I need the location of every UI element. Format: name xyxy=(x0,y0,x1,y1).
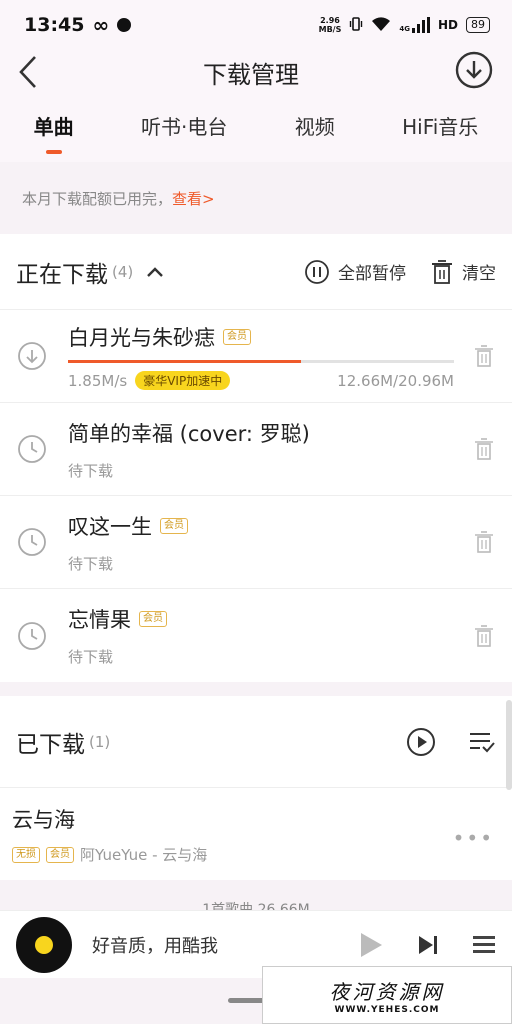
vip-tag: 会员 xyxy=(160,517,188,534)
page-title: 下载管理 xyxy=(203,60,299,89)
infinity-icon: ∞ xyxy=(92,13,110,37)
song-title: 白月光与朱砂痣 xyxy=(68,326,215,350)
playlist-icon[interactable] xyxy=(472,934,496,956)
watermark-title: 夜河资源网 xyxy=(329,979,445,1004)
play-all-icon[interactable] xyxy=(406,727,436,757)
section-gap xyxy=(0,682,512,696)
watermark-logo: 夜河资源网 WWW.YEHES.COM xyxy=(262,966,512,1024)
downloading-count: (4) xyxy=(112,262,134,281)
delete-trash-icon[interactable] xyxy=(472,344,496,368)
pause-circle-icon xyxy=(305,259,329,284)
header: 下载管理 xyxy=(0,50,512,94)
song-title: 云与海 xyxy=(12,808,75,832)
status-bar: 13:45 ∞ 2.96 MB/S 4G HD 89 xyxy=(0,0,512,50)
song-title: 忘情果 xyxy=(68,608,131,632)
vip-tag: 会员 xyxy=(139,611,167,627)
tab-video[interactable]: 视频 xyxy=(295,111,335,146)
song-title: 简单的幸福 (cover: 罗聪) xyxy=(68,421,310,446)
vip-boost-badge: 豪华VIP加速中 xyxy=(135,371,231,390)
trash-icon xyxy=(432,259,452,284)
more-options-icon[interactable]: ••• xyxy=(453,826,494,850)
clock-icon xyxy=(18,528,46,556)
clock: 13:45 xyxy=(24,14,85,36)
watermark-url: WWW.YEHES.COM xyxy=(334,1004,440,1015)
play-icon[interactable] xyxy=(358,931,384,959)
song-status: 待下载 xyxy=(68,648,114,666)
download-size: 12.66M/20.96M xyxy=(337,371,454,390)
download-progress-icon xyxy=(18,342,46,370)
tab-bar: 单曲 听书·电台 视频 HiFi音乐 xyxy=(0,94,512,162)
downloaded-count: (1) xyxy=(89,732,111,751)
song-title: 叹这一生 xyxy=(68,514,152,539)
next-icon[interactable] xyxy=(416,933,440,957)
tab-audiobook-radio[interactable]: 听书·电台 xyxy=(141,111,227,146)
player-text: 好音质，用酷我 xyxy=(92,935,218,957)
download-row[interactable]: 简单的幸福 (cover: 罗聪) 待下载 xyxy=(0,403,512,496)
delete-trash-icon[interactable] xyxy=(472,437,496,461)
download-progress-fill xyxy=(68,360,302,363)
downloaded-row[interactable]: 云与海 无损 会员 阿YueYue - 云与海 ••• xyxy=(0,788,512,880)
downloading-title[interactable]: 正在下载 (4) xyxy=(16,255,165,289)
download-row[interactable]: 白月光与朱砂痣 会员 1.85M/s 豪华VIP加速中 12.66M/20.96… xyxy=(0,310,512,403)
manage-list-icon[interactable] xyxy=(468,730,496,754)
hd-icon: HD xyxy=(437,18,458,32)
back-button[interactable] xyxy=(18,52,48,92)
battery-icon: 89 xyxy=(466,17,490,33)
scroll-handle[interactable] xyxy=(506,700,512,790)
clock-icon xyxy=(18,621,46,650)
delete-trash-icon[interactable] xyxy=(472,624,496,648)
download-row[interactable]: 忘情果 会员 待下载 xyxy=(0,589,512,682)
tab-songs[interactable]: 单曲 xyxy=(34,111,74,146)
pause-all-button[interactable]: 全部暂停 xyxy=(304,259,406,285)
download-speed: 1.85M/s xyxy=(68,371,128,390)
notification-dot-icon xyxy=(117,18,132,32)
song-status: 待下载 xyxy=(68,554,114,573)
network-speed: 2.96 MB/S xyxy=(318,16,342,34)
album-disc-icon[interactable] xyxy=(16,916,72,973)
lossless-tag: 无损 xyxy=(12,846,40,863)
chevron-up-icon xyxy=(147,266,164,277)
back-arrow-icon xyxy=(19,56,36,88)
downloaded-title: 已下载 (1) xyxy=(16,731,111,758)
downloading-section: 正在下载 (4) 全部暂停 清空 白月光与朱砂痣 会员 1.85M/s 豪华VI… xyxy=(0,234,512,682)
download-progress-bar xyxy=(68,360,454,363)
download-row[interactable]: 叹这一生 会员 待下载 xyxy=(0,496,512,589)
quota-notice: 本月下载配额已用完， 查看> xyxy=(0,162,512,234)
downloading-header: 正在下载 (4) 全部暂停 清空 xyxy=(0,234,512,310)
wifi-icon xyxy=(371,16,391,35)
tab-hifi[interactable]: HiFi音乐 xyxy=(402,111,478,146)
clock-icon xyxy=(18,435,46,463)
downloaded-header: 已下载 (1) xyxy=(0,696,512,788)
signal-icon: 4G xyxy=(399,17,430,33)
clear-button[interactable]: 清空 xyxy=(430,259,496,285)
vip-tag: 会员 xyxy=(46,846,74,863)
download-circle-button[interactable] xyxy=(454,50,494,94)
quota-text: 本月下载配额已用完， xyxy=(22,189,173,208)
quota-view-link[interactable]: 查看> xyxy=(172,188,215,209)
vibrate-icon xyxy=(349,16,363,34)
song-status: 待下载 xyxy=(68,461,114,480)
download-circle-icon xyxy=(455,51,493,89)
delete-trash-icon[interactable] xyxy=(472,530,496,554)
vip-tag: 会员 xyxy=(223,329,251,345)
song-artist-album: 阿YueYue - 云与海 xyxy=(80,846,208,864)
